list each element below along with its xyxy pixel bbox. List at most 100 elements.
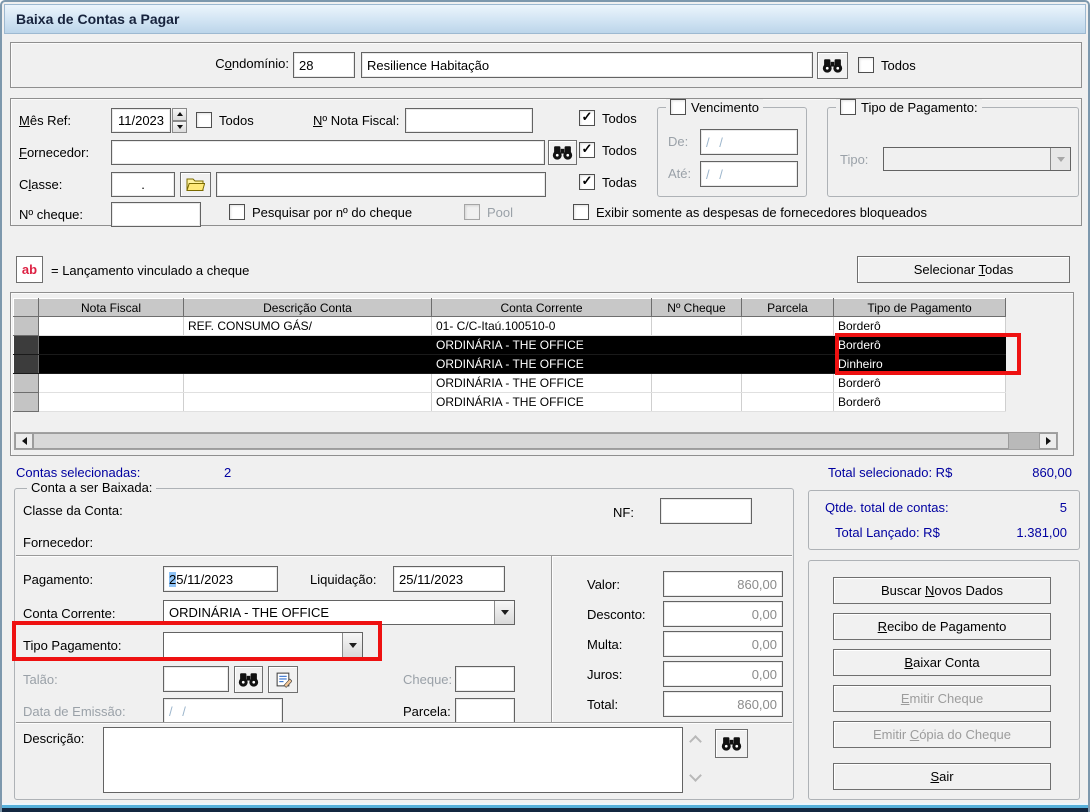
sair-button[interactable]: Sair (833, 763, 1051, 790)
classe-name-input[interactable] (216, 172, 546, 197)
vencimento-checkbox[interactable] (670, 99, 686, 115)
nota-fiscal-todos-label: Todos (602, 111, 637, 126)
vencimento-group: Vencimento De: / / Até: / / (657, 99, 807, 197)
multa-label: Multa: (587, 637, 623, 652)
binoculars-icon (721, 737, 742, 751)
col-nota-fiscal[interactable]: Nota Fiscal (38, 298, 184, 317)
title-bar[interactable]: Baixa de Contas a Pagar (4, 4, 1086, 34)
talao-form-icon (276, 672, 292, 688)
table-row[interactable]: ORDINÁRIA - THE OFFICE Dinheiro (13, 354, 1006, 374)
spinner-up-icon[interactable] (172, 108, 187, 121)
talao-label: Talão: (23, 672, 58, 687)
condominio-panel: Condomínio: 28 Resilience Habitação Todo… (10, 42, 1082, 88)
recibo-pagamento-button[interactable]: Recibo de Pagamento (833, 613, 1051, 640)
total-lancado-label: Total Lançado: R$ (835, 525, 940, 540)
col-n-cheque[interactable]: Nº Cheque (651, 298, 742, 317)
pool-label: Pool (487, 205, 514, 220)
col-descricao-conta[interactable]: Descrição Conta (183, 298, 432, 317)
descricao-search-button[interactable] (715, 729, 748, 758)
condominio-code-input[interactable]: 28 (293, 52, 355, 78)
scrollbar-thumb[interactable] (33, 433, 1009, 449)
actions-panel: Buscar Novos Dados Recibo de Pagamento B… (808, 560, 1080, 800)
spinner-down-icon[interactable] (172, 120, 187, 133)
scroll-left-icon[interactable] (15, 433, 33, 449)
row-selector[interactable] (13, 392, 39, 412)
tipo-pagamento-select[interactable] (163, 632, 363, 658)
tipo-pagamento-group-label: Tipo de Pagamento: (861, 99, 978, 115)
talao-details-button[interactable] (268, 666, 298, 693)
app-window: Baixa de Contas a Pagar Condomínio: 28 R… (0, 0, 1090, 812)
condominio-todos-checkbox[interactable] (858, 57, 874, 73)
condominio-search-button[interactable] (817, 52, 848, 79)
nf-label: NF: (613, 505, 634, 520)
fornecedor-input[interactable] (111, 140, 545, 165)
table-row[interactable]: REF. CONSUMO GÁS/ 01- C/C-Itaú.100510-0 … (13, 316, 1006, 336)
dropdown-arrow-icon[interactable] (494, 601, 514, 624)
col-conta-corrente[interactable]: Conta Corrente (431, 298, 652, 317)
ab-legend-box: ab (16, 256, 43, 283)
conta-corrente-select[interactable]: ORDINÁRIA - THE OFFICE (163, 600, 515, 625)
mes-ref-spinner[interactable] (172, 108, 187, 133)
table-panel: Nota Fiscal Descrição Conta Conta Corren… (10, 292, 1074, 456)
row-selector[interactable] (13, 335, 39, 355)
mes-ref-label: Mês Ref: (19, 113, 72, 128)
n-cheque-input[interactable] (111, 202, 201, 227)
nf-input[interactable] (660, 498, 752, 524)
vencimento-de-input[interactable]: / / (700, 129, 798, 155)
col-parcela[interactable]: Parcela (741, 298, 834, 317)
baixar-conta-button[interactable]: Baixar Conta (833, 649, 1051, 676)
liquidacao-label: Liquidação: (310, 572, 377, 587)
selecionar-todas-button[interactable]: Selecionar Todas (857, 256, 1070, 283)
total-selecionado-label: Total selecionado: R$ (828, 465, 953, 480)
selected-char: 2 (169, 571, 177, 587)
descricao-textarea[interactable] (103, 727, 683, 793)
tipo-select (883, 147, 1071, 171)
fornecedor-todos-checkbox[interactable] (579, 142, 595, 158)
nota-fiscal-todos-checkbox[interactable] (579, 110, 595, 126)
tipo-label: Tipo: (840, 152, 869, 167)
scroll-right-icon[interactable] (1039, 433, 1057, 449)
fornecedor-label: Fornecedor: (19, 145, 90, 160)
buscar-novos-dados-button[interactable]: Buscar Novos Dados (833, 577, 1051, 604)
chevron-down-icon[interactable] (689, 769, 702, 782)
classe-code-input[interactable]: . (111, 172, 175, 197)
data-emissao-input: / / (163, 698, 283, 724)
fornecedor-search-button[interactable] (548, 140, 577, 165)
desconto-input: 0,00 (663, 601, 783, 627)
talao-search-button[interactable] (234, 666, 263, 693)
table-row[interactable]: ORDINÁRIA - THE OFFICE Borderô (13, 373, 1006, 393)
mes-ref-todos-label: Todos (219, 113, 254, 128)
exibir-bloqueados-checkbox[interactable] (573, 204, 589, 220)
row-selector[interactable] (13, 354, 39, 374)
dropdown-arrow-icon[interactable] (342, 633, 362, 657)
liquidacao-date-input[interactable]: 25/11/2023 (393, 566, 505, 592)
nota-fiscal-input[interactable] (405, 108, 533, 133)
classe-folder-button[interactable] (180, 172, 211, 197)
binoculars-icon (552, 146, 573, 160)
pagamento-label: Pagamento: (23, 572, 94, 587)
mes-ref-input[interactable]: 11/2023 (111, 108, 171, 133)
data-emissao-label: Data de Emissão: (23, 704, 126, 719)
contas-selecionadas-label: Contas selecionadas: (16, 465, 141, 480)
condominio-label: Condomínio: (215, 56, 289, 71)
table-row[interactable]: ORDINÁRIA - THE OFFICE Borderô (13, 335, 1006, 355)
mes-ref-todos-checkbox[interactable] (196, 112, 212, 128)
pagamento-date-input[interactable]: 2 5/11/2023 (163, 566, 278, 592)
row-selector[interactable] (13, 316, 39, 336)
row-selector[interactable] (13, 373, 39, 393)
accounts-table[interactable]: Nota Fiscal Descrição Conta Conta Corren… (13, 298, 1006, 412)
parcela-input[interactable] (455, 698, 515, 724)
col-tipo-pagamento[interactable]: Tipo de Pagamento (833, 298, 1006, 317)
chevron-up-icon[interactable] (689, 735, 702, 748)
classe-conta-label: Classe da Conta: (23, 503, 123, 518)
tipo-pagamento-checkbox[interactable] (840, 99, 856, 115)
vencimento-ate-input[interactable]: / / (700, 161, 798, 187)
condominio-name-input[interactable]: Resilience Habitação (361, 52, 813, 78)
valor-input: 860,00 (663, 571, 783, 597)
horizontal-scrollbar[interactable] (14, 432, 1058, 450)
table-row[interactable]: ORDINÁRIA - THE OFFICE Borderô (13, 392, 1006, 412)
classe-todas-checkbox[interactable] (579, 174, 595, 190)
pesquisar-cheque-checkbox[interactable] (229, 204, 245, 220)
total-selecionado-value: 860,00 (1032, 465, 1072, 480)
n-cheque-label: Nº cheque: (19, 207, 84, 222)
